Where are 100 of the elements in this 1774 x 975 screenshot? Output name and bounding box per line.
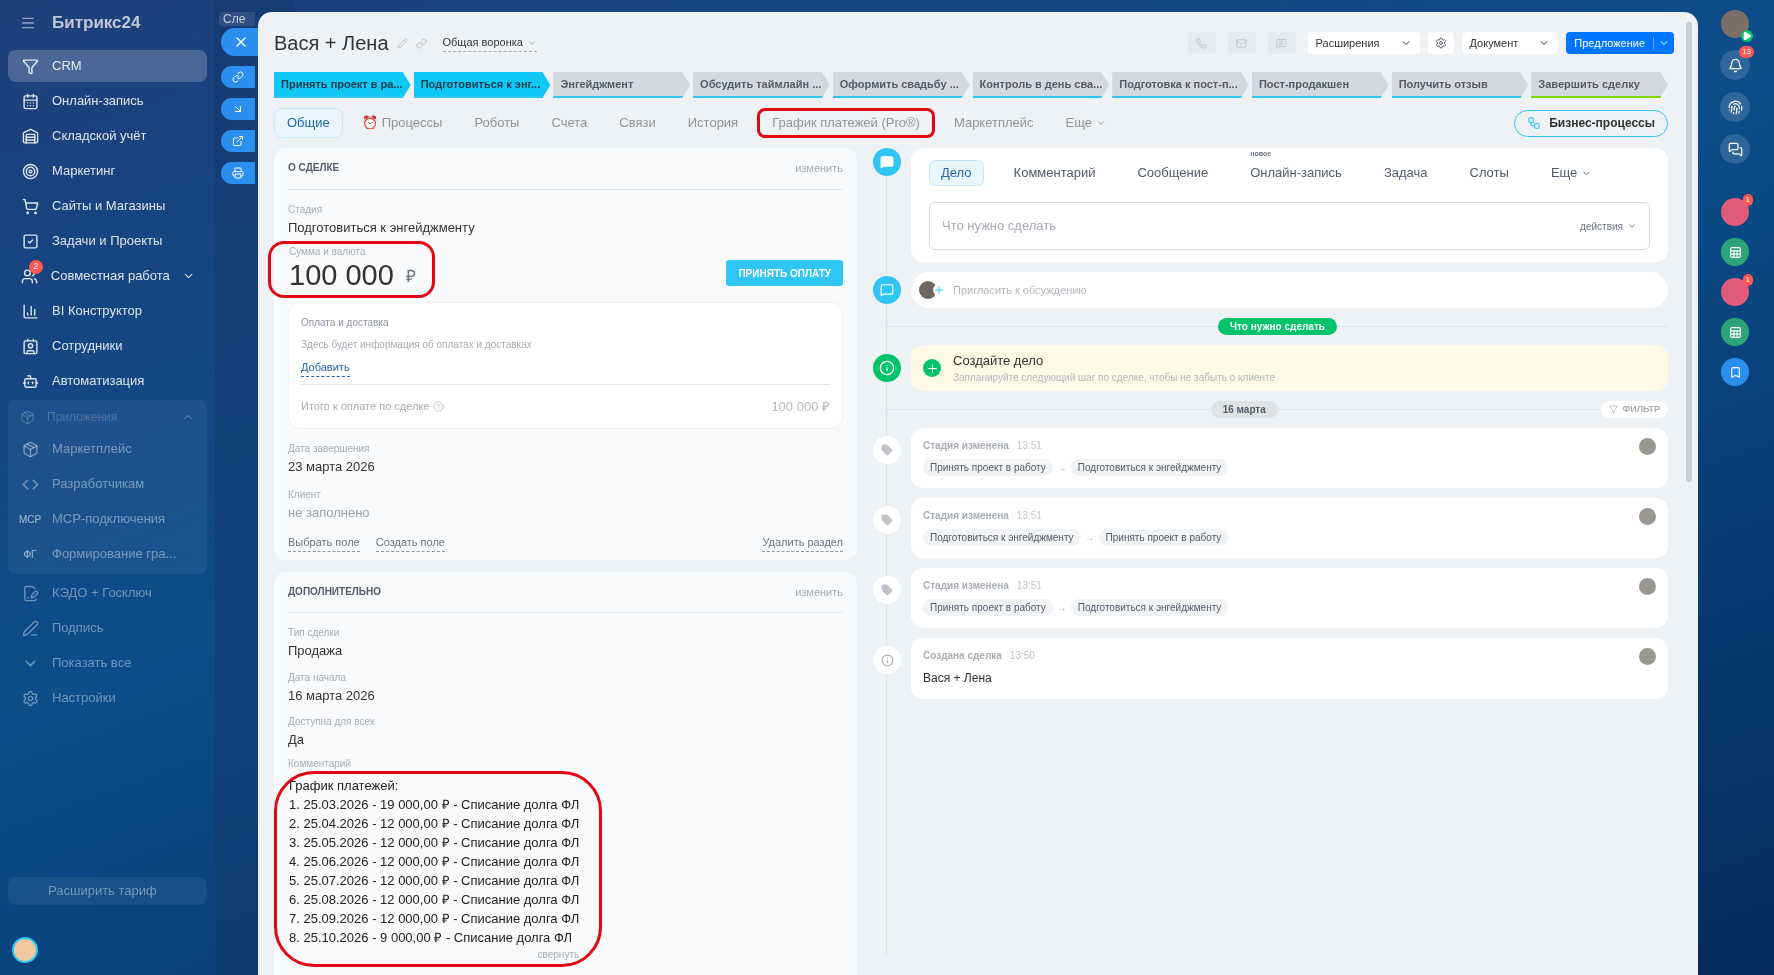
upgrade-button[interactable]: Расширить тариф bbox=[8, 877, 207, 905]
field-label: Тип сделки bbox=[288, 626, 341, 640]
close-button[interactable] bbox=[221, 28, 261, 56]
deal-tab[interactable]: Связи bbox=[606, 108, 669, 138]
settings-icon[interactable] bbox=[1427, 32, 1454, 54]
deal-tab[interactable]: Маркетплейс bbox=[940, 108, 1047, 138]
pipeline-stage[interactable]: Завершить сделку bbox=[1531, 72, 1669, 98]
field-label: Доступна для всех bbox=[288, 715, 376, 729]
messages-icon[interactable] bbox=[1720, 134, 1750, 164]
sidebar-item[interactable]: Складской учёт bbox=[8, 120, 207, 152]
sidebar-item[interactable]: Онлайн-запись bbox=[8, 85, 207, 117]
count-badge: 1 bbox=[1742, 274, 1753, 286]
sidebar-item[interactable]: Разработчикам bbox=[8, 468, 207, 500]
payment-hint: Здесь будет информация об оплатах и доставках bbox=[301, 338, 533, 352]
dropdown-button[interactable]: Документ bbox=[1461, 32, 1559, 54]
copy-link-button[interactable] bbox=[221, 66, 255, 88]
event-title: Стадия изменена bbox=[923, 509, 1009, 523]
pipeline-stage[interactable]: Принять проект в ра... bbox=[274, 72, 411, 98]
comment-line: 4. 25.06.2026 - 12 000,00 ₽ - Списание долга ФЛ bbox=[289, 852, 580, 871]
deal-tab[interactable]: ⏰ Процессы bbox=[348, 108, 456, 138]
actions-dropdown[interactable]: действия bbox=[1580, 218, 1637, 234]
arrow-sign: → bbox=[1056, 461, 1067, 475]
sidebar-item[interactable]: Сайты и Магазины bbox=[8, 190, 207, 222]
stage-chip: Подготовиться к энгейджменту bbox=[923, 529, 1081, 546]
field-action-link[interactable]: Выбрать поле bbox=[288, 534, 360, 552]
activity-tab[interactable]: Еще bbox=[1538, 160, 1605, 186]
comment-line: График платежей: bbox=[289, 776, 400, 795]
pipeline-stage[interactable]: Получить отзыв bbox=[1391, 72, 1529, 98]
input-placeholder: Что нужно сделать bbox=[942, 217, 1056, 236]
total-label: Итого к оплате по сделке bbox=[301, 399, 430, 414]
sidebar-item[interactable]: Маркетплейс bbox=[8, 433, 207, 465]
tag-icon bbox=[881, 584, 893, 596]
field-label: Дата завершения bbox=[288, 442, 371, 456]
sidebar-item[interactable]: Показать все bbox=[8, 647, 207, 679]
deal-tab[interactable]: График платежей (Pro®) bbox=[757, 108, 935, 138]
delete-section-link[interactable]: Удалить раздел bbox=[762, 534, 843, 552]
sidebar-item[interactable]: КЭДО + Госключ bbox=[8, 577, 207, 609]
add-link[interactable]: Добавить bbox=[301, 359, 350, 377]
pipeline-stage[interactable]: Пост-продакшен bbox=[1251, 72, 1389, 98]
sidebar-item[interactable]: Настройки bbox=[8, 682, 207, 714]
proposal-button[interactable]: Предложение bbox=[1566, 32, 1674, 54]
comment-line: 7. 25.09.2026 - 12 000,00 ₽ - Списание долга ФЛ bbox=[289, 909, 580, 928]
activity-tab[interactable]: Сообщение bbox=[1125, 160, 1221, 186]
sidebar-item[interactable]: Маркетинг bbox=[8, 155, 207, 187]
sidebar-item[interactable]: Автоматизация bbox=[8, 365, 207, 397]
print-button[interactable] bbox=[221, 162, 255, 184]
pipeline-stage[interactable]: Контроль в день сва... bbox=[972, 72, 1110, 98]
collapse-button[interactable] bbox=[221, 98, 255, 120]
sidebar-item[interactable]: BI Конструктор bbox=[8, 295, 207, 327]
sidebar-item[interactable]: Сотрудники bbox=[8, 330, 207, 362]
deal-tab[interactable]: Еще bbox=[1052, 108, 1120, 138]
deal-tab[interactable]: История bbox=[674, 108, 752, 138]
activity-tab[interactable]: Слоты bbox=[1457, 160, 1521, 186]
sidebar-item[interactable]: CRM bbox=[8, 50, 207, 82]
author-avatar bbox=[1639, 438, 1656, 455]
arrow-sign: → bbox=[1084, 531, 1095, 545]
count-badge: 13 bbox=[1739, 46, 1754, 58]
todo-text: Запланируйте следующий шаг по сделке, чтобы не забыть о клиенте bbox=[953, 371, 1276, 386]
pipeline-stage[interactable]: Подготовиться к энг... bbox=[413, 72, 551, 98]
fingerprint-icon[interactable] bbox=[1720, 92, 1750, 122]
pipeline-stage[interactable]: Энгейджмент bbox=[553, 72, 691, 98]
event-time: 13:51 bbox=[1016, 579, 1042, 593]
section-heading: ДОПОЛНИТЕЛЬНО bbox=[288, 584, 382, 599]
field-value: Продажа bbox=[288, 642, 344, 660]
cube-icon bbox=[20, 409, 35, 425]
sidebar-item[interactable]: 2 Совместная работа bbox=[8, 260, 207, 292]
notifications-icon[interactable] bbox=[1727, 57, 1743, 73]
stage-chip: Принять проект в работу bbox=[923, 459, 1053, 476]
pipeline-stage[interactable]: Обсудить таймлайн ... bbox=[693, 72, 830, 98]
sidebar-item[interactable]: MCP MCP-подключения bbox=[8, 503, 207, 535]
sidebar-item[interactable]: Задачи и Проекты bbox=[8, 225, 207, 257]
menu-icon-text: MCP bbox=[18, 512, 42, 527]
deal-tab[interactable]: Роботы bbox=[461, 108, 533, 138]
sidebar-item[interactable]: Подпись bbox=[8, 612, 207, 644]
section-heading: О СДЕЛКЕ bbox=[288, 161, 340, 175]
pipeline-stage[interactable]: Подготовка к пост-п... bbox=[1112, 72, 1249, 98]
deal-tab[interactable]: Общие bbox=[274, 108, 343, 138]
activity-tab[interactable]: Дело bbox=[929, 160, 984, 186]
todo-input-field[interactable]: Что нужно сделать действия bbox=[929, 202, 1650, 250]
user-avatar bbox=[919, 281, 937, 299]
dropdown-button[interactable]: Расширения bbox=[1307, 32, 1420, 54]
search-field[interactable]: Сле bbox=[219, 12, 255, 26]
field-label: Сумма и валюта bbox=[289, 245, 367, 259]
filter-icon bbox=[1609, 405, 1619, 414]
caret-icon bbox=[1627, 221, 1637, 231]
bookmark-icon[interactable] bbox=[1721, 358, 1749, 386]
deal-tab[interactable]: Счета bbox=[538, 108, 601, 138]
field-action-link[interactable]: Создать поле bbox=[375, 534, 445, 552]
pipeline-stage[interactable]: Оформить свадьбу ... bbox=[832, 72, 970, 98]
comment-line: 8. 25.10.2026 - 9 000,00 ₽ - Списание долга ФЛ bbox=[289, 928, 573, 947]
stage-chip: Подготовиться к энгейджменту bbox=[1070, 599, 1229, 616]
count-badge: 1 bbox=[1742, 194, 1753, 206]
activity-tab[interactable]: Задача bbox=[1371, 160, 1440, 186]
stage-chip: Принять проект в работу bbox=[923, 599, 1053, 616]
app-logo: Битрикс24 bbox=[52, 12, 141, 35]
activity-tab[interactable]: Комментарий bbox=[1001, 160, 1108, 186]
open-window-button[interactable] bbox=[221, 130, 255, 152]
sidebar-item[interactable]: ФГ Формирование гра... bbox=[8, 538, 207, 570]
user-avatar[interactable] bbox=[12, 937, 38, 963]
funnel-dropdown[interactable]: Общая воронка bbox=[442, 34, 537, 52]
